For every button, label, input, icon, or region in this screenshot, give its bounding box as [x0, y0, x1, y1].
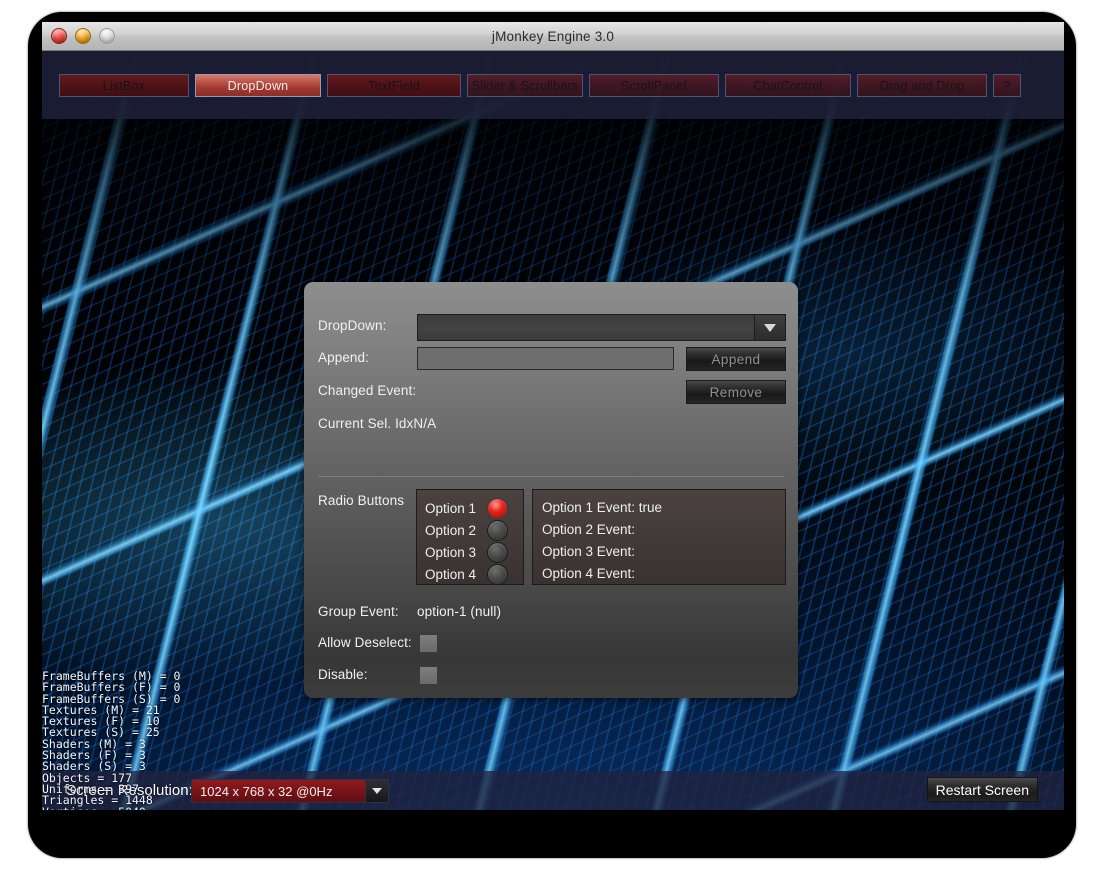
window-controls: [51, 22, 115, 50]
dropdown-select[interactable]: [417, 314, 786, 341]
close-button[interactable]: [51, 28, 67, 44]
screen-resolution-toggle-button[interactable]: [365, 780, 388, 802]
group-event-value: option-1 (null): [417, 604, 501, 619]
app-viewport: ListBox DropDown TextField Slider & Scrollb…: [42, 51, 1064, 810]
changed-event-row: Changed Event:: [318, 383, 416, 398]
append-label: Append:: [318, 350, 369, 365]
radio-event-line-2: Option 2 Event:: [542, 519, 785, 541]
radio-option-label: Option 4: [425, 567, 487, 582]
group-event-row: Group Event:: [318, 604, 399, 619]
tab-listbox[interactable]: ListBox: [59, 74, 189, 97]
radio-group-label-row: Radio Buttons: [318, 493, 404, 508]
dropdown-label: DropDown:: [318, 318, 386, 333]
radio-dot-selected-icon[interactable]: [487, 498, 508, 519]
window-title: jMonkey Engine 3.0: [42, 29, 1064, 44]
tab-slider-scrollbars[interactable]: Slider & Scrollbars: [467, 74, 583, 97]
allow-deselect-label: Allow Deselect:: [318, 635, 412, 650]
current-selection-label: Current Sel. Idx: [318, 416, 413, 431]
current-selection-row: Current Sel. Idx N/A: [318, 416, 436, 431]
disable-checkbox[interactable]: [419, 666, 438, 685]
screenshot-root: jMonkey Engine 3.0 ListBox DropDown TextFi…: [0, 0, 1104, 870]
group-event-label: Group Event:: [318, 604, 399, 619]
tab-list: ListBox DropDown TextField Slider & Scrollb…: [59, 74, 1021, 97]
append-input[interactable]: [417, 347, 674, 370]
radio-group-label: Radio Buttons: [318, 493, 404, 508]
tab-scrollpanel[interactable]: ScrollPanel: [589, 74, 719, 97]
radio-event-log: Option 1 Event: trueOption 2 Event:Optio…: [532, 489, 786, 585]
radio-option-label: Option 2: [425, 523, 487, 538]
remove-button[interactable]: Remove: [686, 380, 786, 404]
radio-dot-icon[interactable]: [487, 564, 508, 585]
current-selection-value: N/A: [413, 416, 436, 431]
window-titlebar: jMonkey Engine 3.0: [42, 22, 1064, 51]
append-button[interactable]: Append: [686, 347, 786, 371]
dropdown-toggle-button[interactable]: [755, 315, 785, 340]
append-label-row: Append:: [318, 350, 369, 365]
radio-dot-icon[interactable]: [487, 520, 508, 541]
tab-[interactable]: ?: [993, 74, 1021, 97]
chevron-down-icon: [764, 324, 776, 332]
allow-deselect-row: Allow Deselect:: [318, 635, 412, 650]
radio-event-line-1: Option 1 Event: true: [542, 497, 785, 519]
disable-label: Disable:: [318, 667, 368, 682]
screen-resolution-select[interactable]: 1024 x 768 x 32 @0Hz: [191, 779, 389, 803]
changed-event-label: Changed Event:: [318, 383, 416, 398]
panel-divider: [318, 476, 784, 477]
radio-option-1[interactable]: Option 1: [425, 497, 523, 519]
tab-chatcontrol[interactable]: ChatControl: [725, 74, 851, 97]
restart-screen-button[interactable]: Restart Screen: [927, 777, 1038, 802]
tab-drag-and-drop[interactable]: Drag and Drop: [857, 74, 987, 97]
radio-dot-icon[interactable]: [487, 542, 508, 563]
radio-option-2[interactable]: Option 2: [425, 519, 523, 541]
radio-option-4[interactable]: Option 4: [425, 563, 523, 585]
zoom-button[interactable]: [99, 28, 115, 44]
screen-resolution-value[interactable]: 1024 x 768 x 32 @0Hz: [192, 780, 365, 802]
tab-bar: ListBox DropDown TextField Slider & Scrollb…: [42, 51, 1064, 119]
radio-option-3[interactable]: Option 3: [425, 541, 523, 563]
minimize-button[interactable]: [75, 28, 91, 44]
radio-button-group: Option 1 Option 2 Option 3 Option 4: [416, 489, 524, 585]
allow-deselect-checkbox[interactable]: [419, 634, 438, 653]
dropdown-label-row: DropDown:: [318, 318, 386, 333]
chevron-down-icon: [372, 788, 382, 794]
radio-event-line-4: Option 4 Event:: [542, 563, 785, 585]
bottom-bar: Screen Resolution: 1024 x 768 x 32 @0Hz …: [42, 771, 1064, 810]
stat-line: Vertices = 5040: [42, 807, 180, 810]
tab-textfield[interactable]: TextField: [327, 74, 461, 97]
tab-dropdown[interactable]: DropDown: [195, 74, 321, 97]
render-stats-overlay: FrameBuffers (M) = 0FrameBuffers (F) = 0…: [42, 671, 180, 810]
application-window: jMonkey Engine 3.0 ListBox DropDown TextFi…: [42, 22, 1064, 810]
radio-option-label: Option 3: [425, 545, 487, 560]
radio-option-label: Option 1: [425, 501, 487, 516]
dropdown-demo-panel: DropDown: Append: Append Changed Event:: [304, 282, 798, 698]
group-event-value-row: option-1 (null): [417, 604, 501, 619]
radio-event-line-3: Option 3 Event:: [542, 541, 785, 563]
dropdown-value[interactable]: [418, 315, 755, 340]
disable-row: Disable:: [318, 667, 368, 682]
